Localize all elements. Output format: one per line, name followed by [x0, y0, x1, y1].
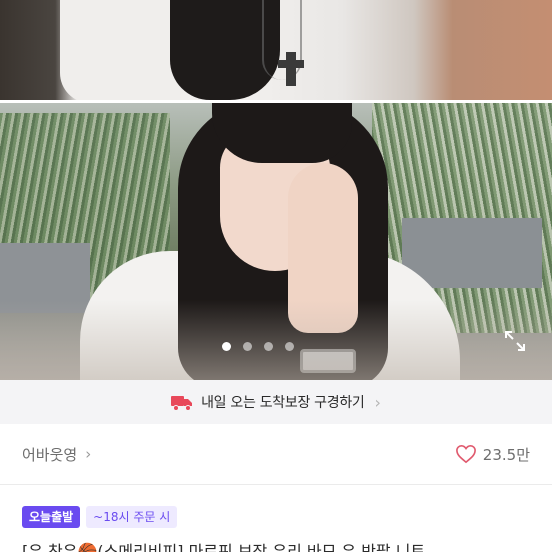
shipping-badges: 오늘출발 ~18시 주문 시 [22, 506, 178, 528]
gallery-image-top [0, 0, 552, 103]
chevron-right-icon[interactable]: › [85, 445, 91, 463]
delivery-guarantee-banner[interactable]: 내일 오는 도착보장 구경하기 › [0, 380, 552, 424]
cross-necklace [278, 52, 304, 86]
order-cutoff-badge: ~18시 주문 시 [86, 506, 178, 528]
same-day-shipping-badge: 오늘출발 [22, 506, 81, 528]
divider [0, 484, 552, 485]
shop-row: 어바웃영 › 23.5만 [0, 424, 552, 484]
heart-icon[interactable] [455, 444, 477, 464]
delivery-truck-icon [171, 393, 193, 411]
gallery-dot-3[interactable] [264, 342, 273, 351]
like-button[interactable]: 23.5만 [455, 444, 530, 465]
shop-name-link[interactable]: 어바웃영 [22, 444, 77, 465]
banner-text: 내일 오는 도착보장 구경하기 [201, 395, 365, 411]
gallery-dot-2[interactable] [243, 342, 252, 351]
gallery-dot-1[interactable] [222, 342, 231, 351]
gallery-image-main[interactable] [0, 103, 552, 380]
gallery-pagination[interactable] [222, 342, 294, 351]
expand-icon[interactable] [503, 329, 527, 353]
chevron-right-icon: › [374, 392, 381, 412]
product-title: [우 찬우🏀(스메리비피] 마르핀 보장 우리 바모 유 반팔 니트 [22, 542, 426, 552]
likes-count: 23.5만 [482, 445, 530, 464]
gallery-dot-4[interactable] [285, 342, 294, 351]
